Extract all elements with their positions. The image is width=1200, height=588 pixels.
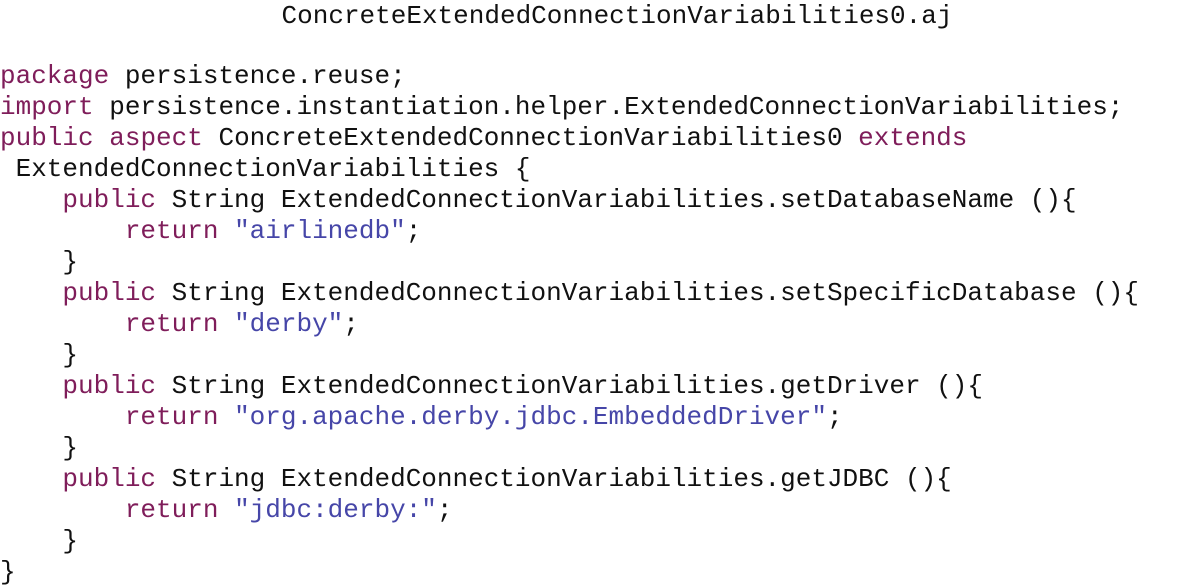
code-line: return "jdbc:derby:"; bbox=[0, 495, 1139, 526]
code-text-token: ExtendedConnectionVariabilities { bbox=[0, 154, 531, 184]
code-line: return "airlinedb"; bbox=[0, 216, 1139, 247]
keyword-token: package bbox=[0, 61, 110, 91]
code-text-token: ; bbox=[405, 216, 422, 246]
code-line: } bbox=[0, 526, 1139, 557]
code-text-token: String ExtendedConnectionVariabilities.s… bbox=[156, 185, 1077, 215]
code-line: import persistence.instantiation.helper.… bbox=[0, 92, 1139, 123]
keyword-token: return bbox=[124, 216, 219, 246]
file-title: ConcreteExtendedConnectionVariabilities0… bbox=[281, 1, 953, 31]
code-line: return "org.apache.derby.jdbc.EmbeddedDr… bbox=[0, 402, 1139, 433]
code-line: public String ExtendedConnectionVariabil… bbox=[0, 464, 1139, 495]
keyword-token: import bbox=[0, 92, 94, 122]
code-line: package persistence.reuse; bbox=[0, 61, 1139, 92]
code-line: public String ExtendedConnectionVariabil… bbox=[0, 371, 1139, 402]
keyword-token: public bbox=[62, 371, 157, 401]
string-literal-token: "derby" bbox=[234, 309, 344, 339]
keyword-token: public bbox=[62, 278, 157, 308]
code-text-token: String ExtendedConnectionVariabilities.s… bbox=[156, 278, 1140, 308]
code-line: ExtendedConnectionVariabilities { bbox=[0, 154, 1139, 185]
string-literal-token: "org.apache.derby.jdbc.EmbeddedDriver" bbox=[234, 402, 827, 432]
keyword-token: public bbox=[0, 123, 94, 153]
keyword-token: return bbox=[124, 495, 219, 525]
code-line: } bbox=[0, 247, 1139, 278]
code-text-token: String ExtendedConnectionVariabilities.g… bbox=[156, 371, 983, 401]
keyword-token: public bbox=[62, 185, 157, 215]
code-text-token: } bbox=[0, 433, 79, 463]
code-line: } bbox=[0, 340, 1139, 371]
code-line: return "derby"; bbox=[0, 309, 1139, 340]
code-text-token: } bbox=[0, 247, 79, 277]
keyword-token: public bbox=[62, 464, 157, 494]
code-text-token: persistence.reuse; bbox=[109, 61, 406, 91]
string-literal-token: "airlinedb" bbox=[234, 216, 406, 246]
code-line: public aspect ConcreteExtendedConnection… bbox=[0, 123, 1139, 154]
code-text-token: persistence.instantiation.helper.Extende… bbox=[93, 92, 1124, 122]
code-text-token: } bbox=[0, 557, 16, 587]
keyword-token: aspect bbox=[109, 123, 203, 153]
code-line: public String ExtendedConnectionVariabil… bbox=[0, 278, 1139, 309]
string-literal-token: "jdbc:derby:" bbox=[234, 495, 437, 525]
code-line: } bbox=[0, 557, 1139, 588]
code-text-token: ; bbox=[436, 495, 453, 525]
code-listing: package persistence.reuse; import persist… bbox=[0, 61, 1139, 588]
keyword-token: extends bbox=[858, 123, 968, 153]
code-line: public String ExtendedConnectionVariabil… bbox=[0, 185, 1139, 216]
code-line: } bbox=[0, 433, 1139, 464]
code-text-token: ConcreteExtendedConnectionVariabilities0 bbox=[202, 123, 859, 153]
code-text-token: } bbox=[0, 526, 79, 556]
keyword-token: return bbox=[124, 402, 219, 432]
code-text-token: ; bbox=[826, 402, 843, 432]
keyword-token: return bbox=[124, 309, 219, 339]
code-text-token: ; bbox=[343, 309, 359, 339]
code-text-token: } bbox=[0, 340, 79, 370]
code-text-token: String ExtendedConnectionVariabilities.g… bbox=[156, 464, 952, 494]
